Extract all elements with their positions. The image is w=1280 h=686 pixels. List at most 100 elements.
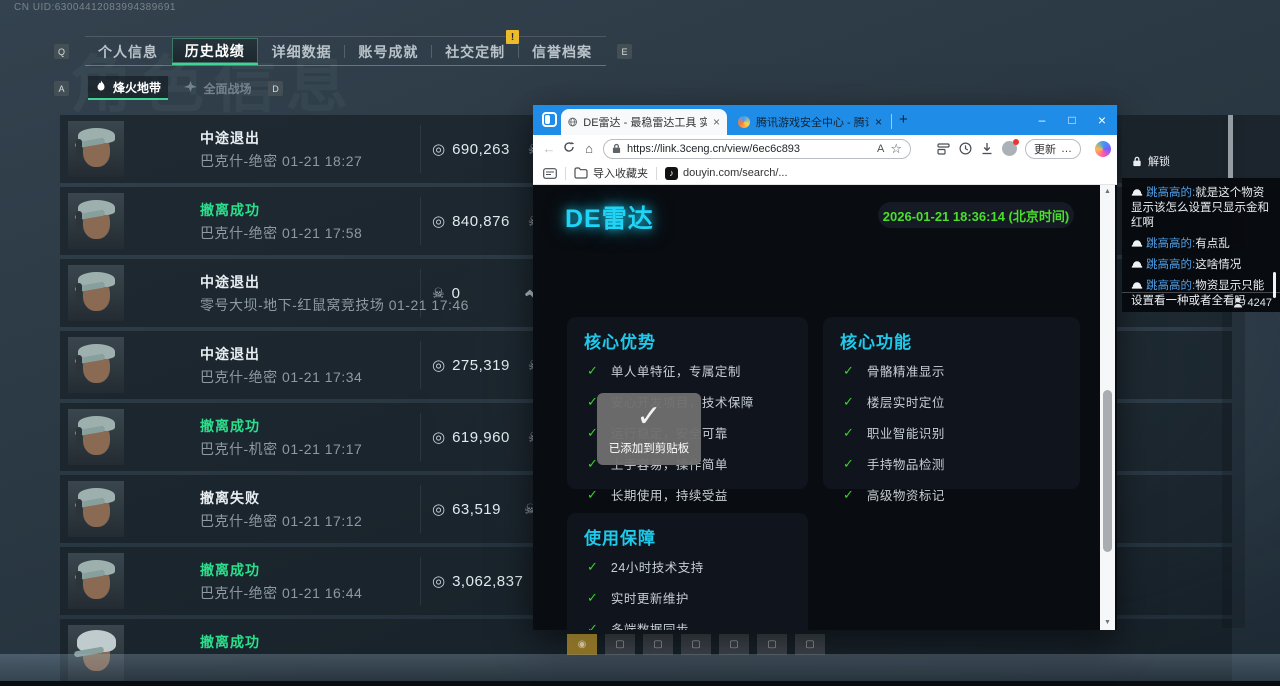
bookmark-douyin[interactable]: ♪ douyin.com/search/... (665, 167, 788, 180)
new-tab-button[interactable]: + (899, 111, 908, 128)
subtab-hazard-zone[interactable]: 烽火地带 (88, 76, 168, 100)
row-divider (420, 557, 421, 605)
avatar-headset (76, 571, 82, 589)
match-map-time: 巴克什-绝密 01-21 17:58 (200, 223, 362, 243)
favorite-star-icon[interactable]: ☆ (890, 141, 902, 157)
chat-username: 跳高高的: (1146, 280, 1195, 292)
site-brand: DE雷达 (565, 199, 654, 235)
home-icon[interactable]: ⌂ (579, 141, 599, 156)
check-icon: ✓ (843, 425, 854, 441)
avatar (68, 265, 124, 321)
feature-text: 24小时技术支持 (611, 557, 704, 576)
avatar (68, 553, 124, 609)
helmet-icon (1131, 238, 1143, 248)
minimize-button[interactable]: – (1027, 105, 1057, 135)
refresh-icon[interactable] (559, 141, 579, 156)
browser-tab-active[interactable]: DE雷达 - 最稳雷达工具 实力开发 × (561, 109, 727, 135)
feature-text: 实时更新维护 (611, 588, 689, 607)
more-menu-icon[interactable]: … (1061, 143, 1072, 155)
screen: { "colors": { "accent_cyan": "#1fd4f6", … (0, 0, 1280, 686)
avatar-headset (76, 499, 82, 517)
close-button[interactable]: × (1087, 105, 1117, 135)
avatar (68, 193, 124, 249)
stat-coin: ◎63,519 (432, 500, 506, 518)
read-aloud-icon[interactable]: A (877, 143, 884, 155)
gauge-icon[interactable]: ▢ (681, 634, 711, 655)
scrollbar-thumb[interactable] (1103, 390, 1112, 552)
avatar-cap (78, 272, 115, 287)
fire-mode-icon (95, 80, 107, 95)
panel-scrollbar[interactable] (1228, 115, 1233, 178)
subtab-full-battlefield[interactable]: 全面战场 (176, 76, 260, 100)
tab-close-icon[interactable]: × (713, 115, 720, 129)
match-map-time: 巴克什-绝密 01-21 16:44 (200, 583, 362, 603)
chat-username: 跳高高的: (1146, 259, 1195, 271)
wrench-icon[interactable]: ▢ (795, 634, 825, 655)
browser-tab-inactive[interactable]: 腾讯游戏安全中心 - 腾讯游戏 × (731, 109, 889, 135)
chat-text: 有点乱 (1195, 238, 1230, 250)
workspaces-icon[interactable] (542, 112, 557, 127)
match-map-time: 巴克什-绝密 01-21 17:34 (200, 367, 362, 387)
tab-item[interactable]: 信誉档案 (519, 38, 605, 65)
avatar-cap (78, 488, 115, 503)
feature-item: ✓骨骼精准显示 (843, 361, 945, 380)
tab-divider (518, 45, 519, 58)
tab-item[interactable]: 历史战绩 (172, 38, 258, 65)
browser-tab-title: DE雷达 - 最稳雷达工具 实力开发 (583, 114, 707, 130)
online-count: 4247 (1248, 297, 1272, 309)
crate-icon[interactable]: ▢ (605, 634, 635, 655)
match-map-time: 巴克什-绝密 01-21 18:27 (200, 151, 362, 171)
check-icon: ✓ (587, 621, 598, 631)
maximize-button[interactable]: □ (1057, 105, 1087, 135)
avatar-headset (76, 355, 82, 373)
stat-value: 840,876 (452, 213, 510, 230)
compass-icon[interactable]: ▢ (643, 634, 673, 655)
bookmark-separator (565, 167, 566, 180)
alert-badge: ! (506, 30, 519, 44)
medal-icon[interactable]: ◉ (567, 634, 597, 655)
match-status: 中途退出 (200, 128, 260, 148)
back-icon[interactable]: ← (539, 141, 559, 156)
chat-message: 跳高高的:有点乱 (1131, 237, 1271, 252)
avatar-cap (78, 200, 115, 215)
check-icon: ✓ (597, 399, 701, 434)
tab-item[interactable]: 个人信息 (85, 38, 171, 65)
stat-coin: ◎619,960 (432, 428, 510, 446)
browser-tab-title: 腾讯游戏安全中心 - 腾讯游戏 (756, 114, 869, 130)
chat-username: 跳高高的: (1146, 187, 1195, 199)
profile-avatar[interactable] (1002, 141, 1017, 156)
subtab-label: 全面战场 (203, 80, 251, 97)
skull-kill-icon: ☠ (432, 285, 445, 302)
collections-icon[interactable] (937, 143, 950, 155)
check-icon: ✓ (587, 590, 598, 606)
crown-icon[interactable]: ▢ (719, 634, 749, 655)
downloads-icon[interactable] (981, 142, 993, 155)
feature-item: ✓ 实时更新维护 (587, 588, 689, 607)
page-scrollbar[interactable]: ▲ ▼ (1100, 185, 1115, 630)
tab-item[interactable]: 详细数据 (259, 38, 345, 65)
reading-mode-icon[interactable] (543, 168, 557, 179)
history-icon[interactable] (959, 142, 972, 155)
feature-item: ✓24小时技术支持 (587, 557, 704, 576)
tab-item[interactable]: 账号成就 (345, 38, 431, 65)
match-status: 中途退出 (200, 344, 260, 364)
stat-coin: ◎690,263 (432, 140, 510, 158)
feature-text: 职业智能识别 (867, 423, 945, 442)
scrollbar-up-icon[interactable]: ▲ (1100, 185, 1115, 199)
scrollbar-down-icon[interactable]: ▼ (1100, 616, 1115, 630)
url-field[interactable]: https://link.3ceng.cn/view/6ec6c893 A ☆ (603, 139, 911, 159)
chat-bottom-bar: 4247 (1122, 292, 1280, 312)
browser-addressbar: ← ⌂ https://link.3ceng.cn/view/6ec6c893 … (533, 135, 1117, 162)
avatar (68, 121, 124, 177)
lock-icon[interactable]: ▢ (757, 634, 787, 655)
avatar (68, 409, 124, 465)
update-button[interactable]: 更新 … (1025, 139, 1081, 159)
copilot-icon[interactable] (1087, 141, 1111, 157)
unlock-button[interactable]: 解锁 (1132, 153, 1170, 169)
feature-item: ✓ 职业智能识别 (843, 423, 945, 442)
bookmarks-bar: 导入收藏夹 ♪ douyin.com/search/... (533, 162, 1117, 185)
import-favorites-button[interactable]: 导入收藏夹 (574, 165, 648, 181)
update-label: 更新 (1034, 141, 1056, 157)
koen-currency-icon: ◎ (432, 356, 445, 374)
tab-close-icon[interactable]: × (875, 115, 882, 129)
